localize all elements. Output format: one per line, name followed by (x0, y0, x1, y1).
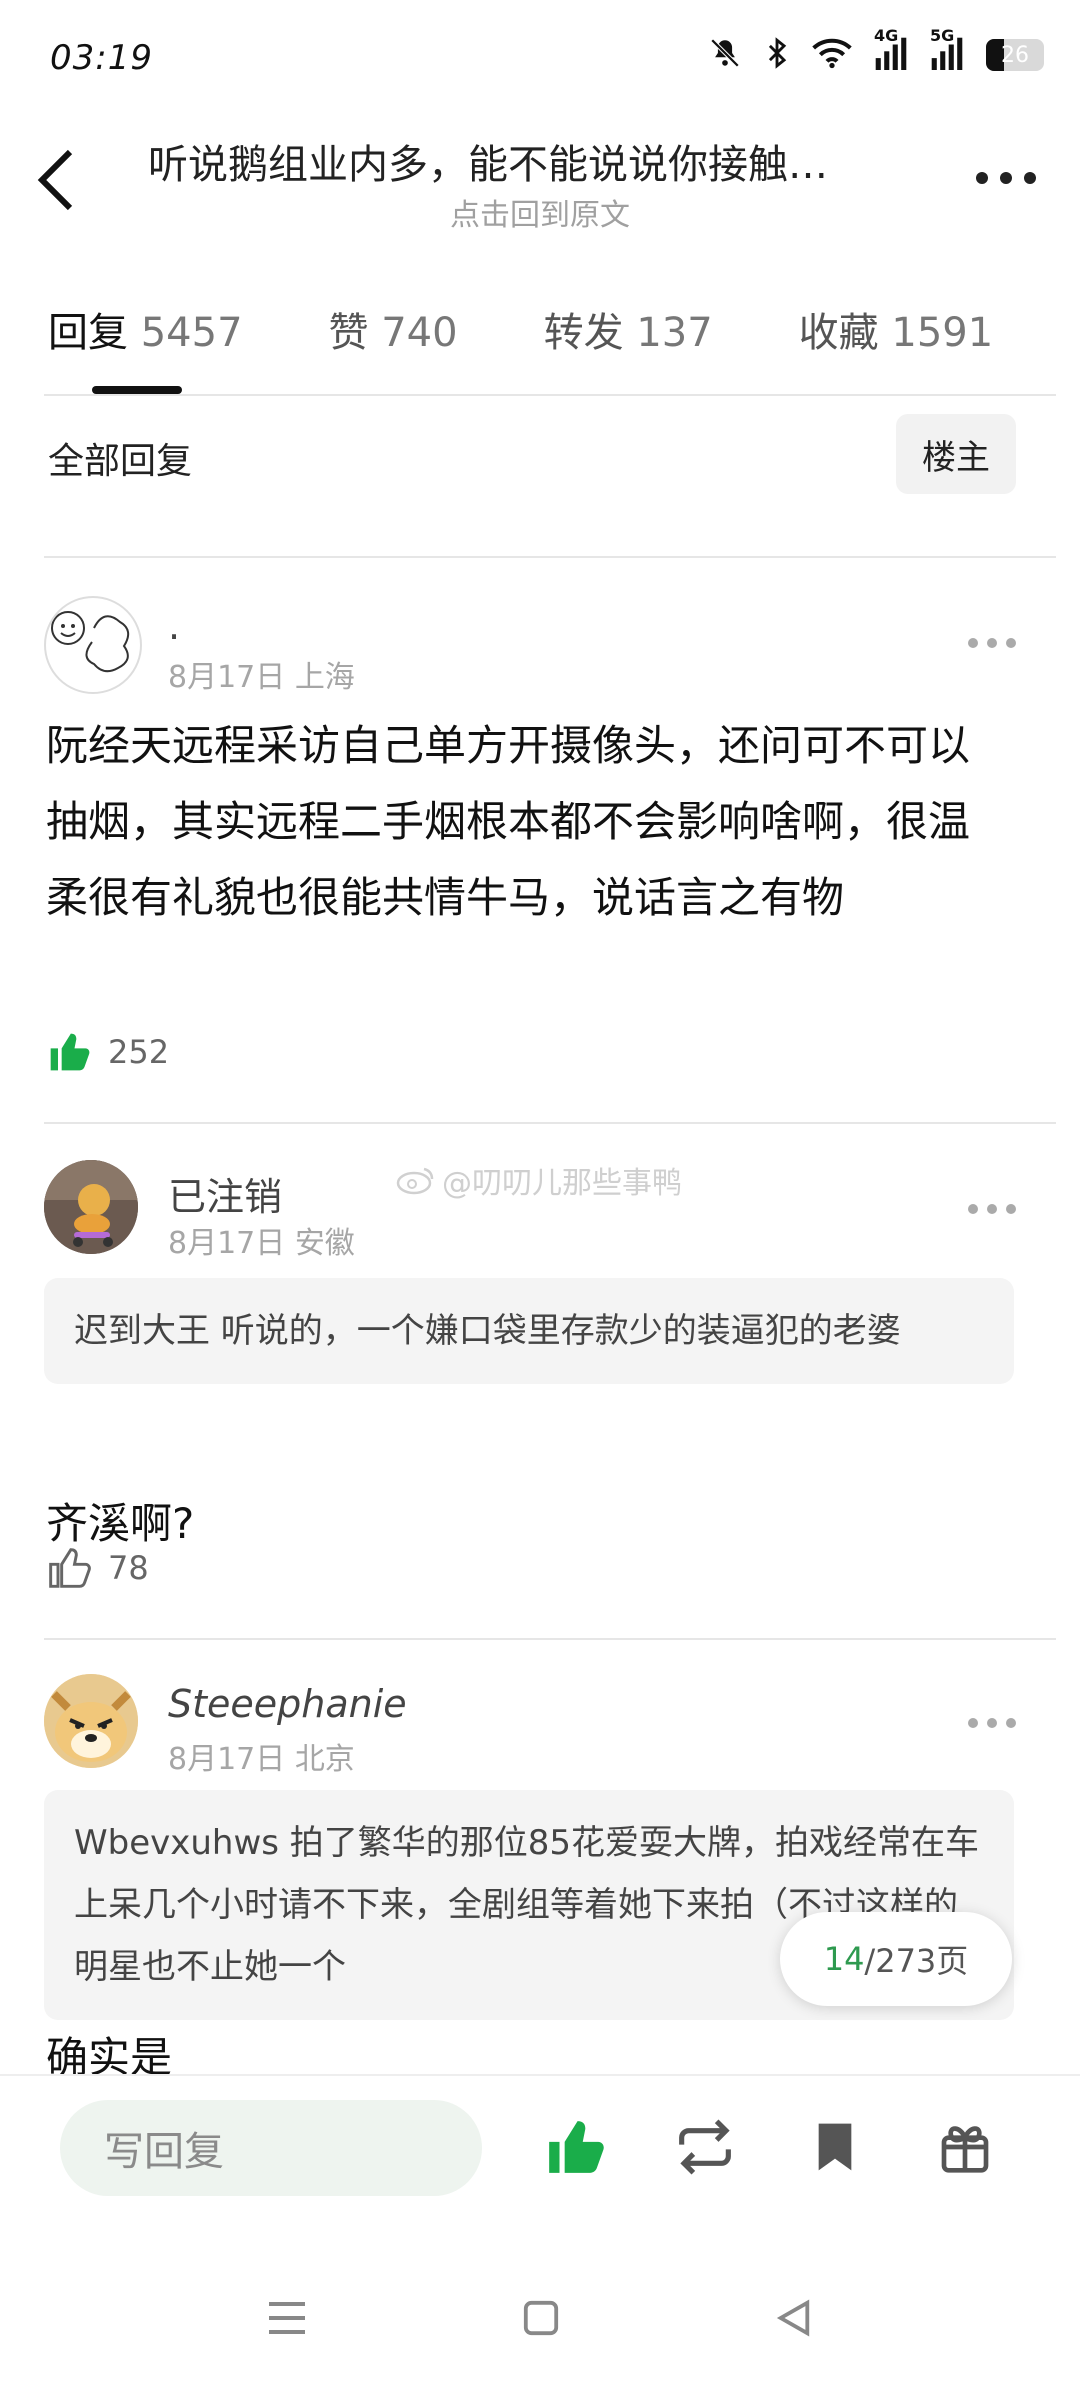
comment-meta: 8月17日 上海 (168, 660, 355, 695)
battery-icon: 26 (986, 39, 1044, 71)
repost-icon (679, 2119, 731, 2175)
avatar[interactable] (44, 1674, 138, 1768)
comment-more-button[interactable] (968, 1718, 1016, 1728)
status-icons: 4G 5G 26 (708, 26, 1044, 74)
comment-more-button[interactable] (968, 638, 1016, 648)
post-title[interactable]: 听说鹅组业内多，能不能说说你接触… (148, 132, 908, 190)
network-5g-label: 5G (930, 26, 955, 45)
weibo-logo-icon (396, 1167, 434, 1195)
like-count: 78 (108, 1549, 149, 1587)
system-nav-bar (0, 2240, 1080, 2400)
comment-meta: 8月17日 安徽 (168, 1226, 355, 1261)
tab-replies[interactable]: 回复 5457 (48, 300, 243, 358)
menu-nav-button[interactable] (267, 2300, 307, 2340)
comment-text: 齐溪啊? (46, 1499, 195, 1548)
like-count: 252 (108, 1033, 170, 1071)
page-indicator[interactable]: 14/273页 (780, 1912, 1012, 2006)
mute-icon (708, 36, 742, 74)
reply-input[interactable]: 写回复 (60, 2100, 482, 2196)
tab-favorites[interactable]: 收藏 1591 (799, 300, 994, 358)
comment-more-button[interactable] (968, 1204, 1016, 1214)
like-icon (549, 2121, 604, 2173)
tab-reposts[interactable]: 转发 137 (544, 300, 713, 358)
current-page: 14 (823, 1940, 865, 1978)
home-nav-button[interactable] (522, 2299, 560, 2341)
divider (44, 556, 1056, 558)
comment-username[interactable]: Steeephanie (168, 1682, 407, 1726)
more-options-button[interactable] (976, 172, 1036, 184)
active-tab-indicator (92, 386, 182, 394)
tab-likes[interactable]: 赞 740 (329, 300, 458, 358)
thumbs-up-outline-icon (49, 1548, 91, 1588)
signal-4g-icon: 4G (874, 26, 908, 74)
quoted-reply[interactable]: 迟到大王 听说的，一个嫌口袋里存款少的装逼犯的老婆 (44, 1278, 1014, 1384)
tab-bar: 回复 5457 赞 740 转发 137 收藏 1591 (48, 300, 1079, 358)
avatar[interactable] (44, 1160, 138, 1254)
divider (44, 1122, 1056, 1124)
comment-meta: 8月17日 北京 (168, 1742, 355, 1777)
comment-like-button[interactable]: 252 (46, 1030, 169, 1074)
total-pages: /273页 (864, 1942, 969, 1980)
comment-username[interactable]: 已注销 (168, 1166, 282, 1221)
comment-like-button[interactable]: 78 (46, 1546, 149, 1590)
watermark: @叨叨儿那些事鸭 (396, 1158, 682, 1202)
op-only-button[interactable]: 楼主 (896, 414, 1016, 494)
comment-username[interactable]: . (168, 604, 180, 648)
divider (44, 394, 1056, 396)
bookmark-button[interactable] (800, 2112, 870, 2182)
thumbs-up-filled-icon (50, 1033, 90, 1071)
gift-icon (941, 2126, 989, 2173)
repost-button[interactable] (670, 2112, 740, 2182)
divider (44, 1638, 1056, 1640)
avatar[interactable] (44, 596, 142, 694)
signal-5g-icon: 5G (930, 26, 964, 74)
gift-button[interactable] (930, 2112, 1000, 2182)
wifi-icon (812, 37, 852, 73)
bluetooth-icon (764, 36, 790, 74)
back-to-original-link[interactable]: 点击回到原文 (0, 190, 1080, 234)
like-button[interactable] (540, 2112, 610, 2182)
all-replies-filter[interactable]: 全部回复 (48, 432, 192, 484)
battery-level: 26 (1001, 42, 1029, 68)
status-time: 03:19 (50, 38, 153, 78)
bookmark-icon (818, 2123, 852, 2171)
network-4g-label: 4G (874, 26, 899, 45)
back-nav-button[interactable] (775, 2298, 813, 2342)
comment-text: 阮经天远程采访自己单方开摄像头，还问可不可以抽烟，其实远程二手烟根本都不会影响啥… (46, 721, 971, 922)
